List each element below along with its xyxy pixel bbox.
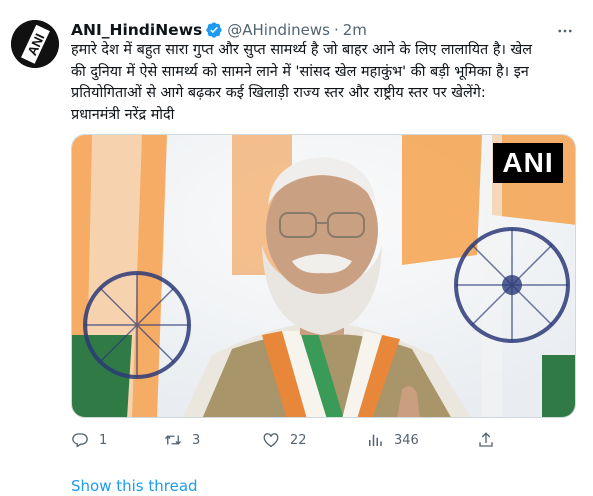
tweet[interactable]: ANI ANI_HindiNews @AHindinews · 2m हमारे…	[0, 0, 593, 496]
tweet-header: ANI_HindiNews @AHindinews · 2m	[71, 18, 583, 42]
author-handle[interactable]: @AHindinews	[227, 21, 330, 39]
avatar[interactable]: ANI	[11, 20, 59, 68]
reply-count: 1	[99, 432, 108, 448]
action-bar: 1 3 22 346	[71, 428, 511, 452]
like-icon	[263, 433, 279, 448]
retweet-icon	[165, 435, 181, 445]
views-icon	[369, 434, 382, 446]
retweet-button[interactable]: 3	[164, 428, 200, 452]
verified-badge-icon	[206, 22, 222, 38]
author-name[interactable]: ANI_HindiNews	[71, 21, 202, 39]
more-icon[interactable]	[555, 21, 575, 41]
tweet-media[interactable]: ANI	[71, 134, 576, 418]
like-count: 22	[290, 432, 307, 448]
share-button[interactable]	[477, 428, 495, 452]
timestamp[interactable]: 2m	[343, 21, 367, 39]
share-icon	[479, 432, 493, 447]
retweet-count: 3	[192, 432, 201, 448]
separator-dot: ·	[333, 21, 339, 39]
reply-icon	[72, 433, 88, 448]
ani-logo-icon: ANI	[11, 20, 59, 68]
reply-button[interactable]: 1	[71, 428, 107, 452]
like-button[interactable]: 22	[262, 428, 307, 452]
show-thread-link[interactable]: Show this thread	[71, 477, 198, 495]
tweet-text: हमारे देश में बहुत सारा गुप्त और सुप्त स…	[71, 42, 533, 123]
ani-watermark: ANI	[493, 143, 563, 183]
views-count: 346	[394, 432, 419, 448]
views-button[interactable]: 346	[366, 428, 419, 452]
